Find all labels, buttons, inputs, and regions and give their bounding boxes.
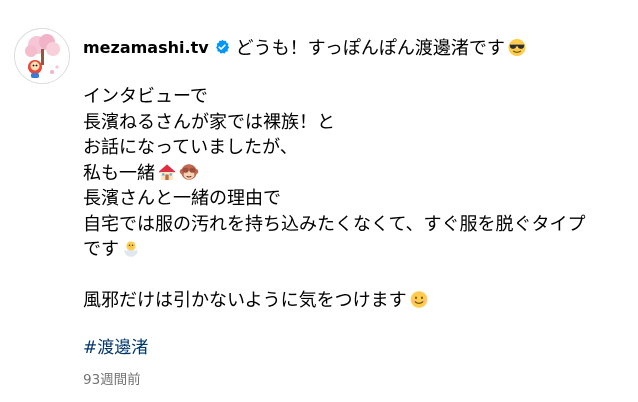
- mezamashi-mascot-avatar-icon: [15, 29, 69, 83]
- username-link[interactable]: mezamashi.tv: [83, 38, 209, 57]
- avatar[interactable]: [14, 28, 70, 84]
- hashtag-link[interactable]: #渡邊渚: [83, 333, 148, 358]
- instagram-caption: mezamashi.tv どうも！すっぽんぽん渡邊渚です インタビューで 長濱ね…: [0, 0, 638, 402]
- hatching-chick-emoji-icon: [121, 238, 141, 258]
- caption-line: インタビューで: [83, 86, 208, 107]
- caption-line-with-emoji: 風邪だけは引かないように気をつけます: [83, 288, 628, 314]
- caption-content: mezamashi.tv どうも！すっぽんぽん渡邊渚です インタビューで 長濱ね…: [83, 32, 628, 388]
- caption-body: インタビューで 長濱ねるさんが家では裸族！と お話になっていましたが、 私も一緒: [83, 84, 628, 314]
- caption-closing-line: 風邪だけは引かないように気をつけます: [83, 290, 407, 311]
- caption-line-text: です: [83, 239, 119, 260]
- caption-line: 長濱さんと一緒の理由で: [83, 188, 281, 209]
- caption-line-with-emoji: です: [83, 237, 628, 263]
- caption-line: お話になっていましたが、: [83, 137, 298, 158]
- post-timestamp[interactable]: 93週間前: [83, 368, 628, 388]
- see-no-evil-monkey-emoji-icon: [179, 162, 199, 182]
- smiling-face-emoji-icon: [409, 289, 429, 309]
- caption-line-text: 私も一緒: [83, 162, 155, 184]
- house-emoji-icon: [157, 162, 177, 182]
- caption-line: 自宅では服の汚れを持ち込みたくなくて、すぐ服を脱ぐタイプ: [83, 213, 586, 235]
- caption-first-line: どうも！すっぽんぽん渡邊渚です: [235, 38, 505, 59]
- caption-line: 長濱ねるさんが家では裸族！と: [83, 111, 335, 133]
- caption-line-with-emoji: 私も一緒: [83, 161, 628, 187]
- sunglasses-face-emoji-icon: [507, 37, 527, 57]
- verified-badge-icon: [214, 39, 230, 55]
- caption-header: mezamashi.tv どうも！すっぽんぽん渡邊渚です: [83, 32, 628, 62]
